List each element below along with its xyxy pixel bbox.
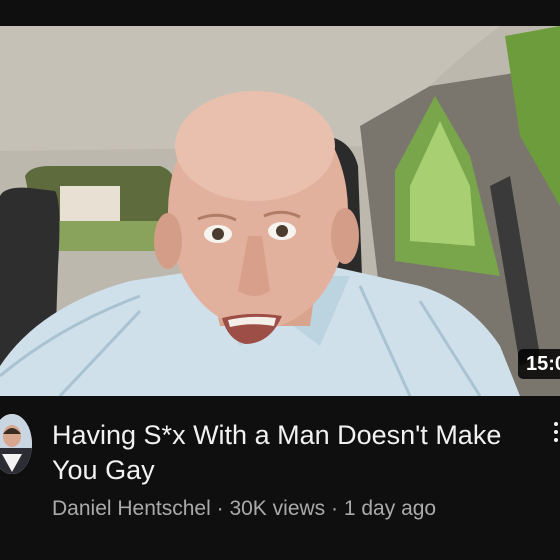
- channel-name[interactable]: Daniel Hentschel: [52, 497, 211, 520]
- channel-avatar[interactable]: [0, 414, 32, 474]
- meta-separator: ·: [216, 497, 224, 520]
- top-strip: [0, 0, 560, 26]
- video-thumbnail[interactable]: [0, 26, 560, 396]
- video-title[interactable]: Having S*x With a Man Doesn't Make You G…: [52, 418, 522, 488]
- dot: [554, 438, 558, 442]
- dot: [554, 422, 558, 426]
- video-duration-badge: 15:0: [518, 349, 560, 379]
- video-metadata: Daniel Hentschel · 30K views · 1 day ago: [52, 495, 532, 523]
- thumbnail-image: [0, 26, 560, 396]
- view-count: 30K views: [229, 497, 326, 520]
- meta-separator: ·: [331, 497, 339, 520]
- video-info: Having S*x With a Man Doesn't Make You G…: [0, 396, 560, 560]
- more-vert-icon[interactable]: [552, 422, 560, 446]
- dot: [554, 430, 558, 434]
- upload-age: 1 day ago: [343, 497, 437, 520]
- avatar-image: [0, 414, 32, 474]
